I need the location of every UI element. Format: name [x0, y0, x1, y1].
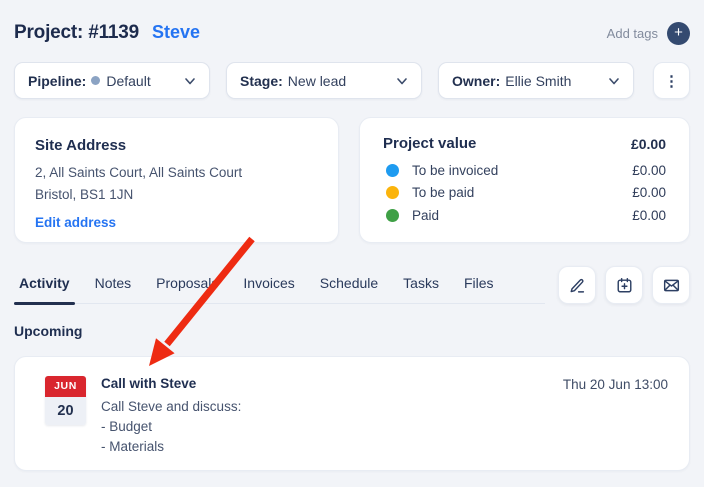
add-note-button[interactable]: [558, 266, 596, 304]
upcoming-heading: Upcoming: [14, 323, 690, 339]
chevron-down-icon: [183, 74, 197, 88]
pipeline-select[interactable]: Pipeline: Default: [14, 62, 210, 99]
event-description-line: - Budget: [101, 417, 241, 437]
event-body: Call with Steve Call Steve and discuss: …: [101, 376, 241, 457]
site-address-card: Site Address 2, All Saints Court, All Sa…: [14, 117, 339, 243]
tab-bar: Activity Notes Proposals Invoices Schedu…: [14, 266, 545, 304]
add-tags-label: Add tags: [607, 26, 658, 41]
event-datetime: Thu 20 Jun 13:00: [563, 377, 668, 392]
tab-files[interactable]: Files: [459, 266, 499, 303]
tabs-row: Activity Notes Proposals Invoices Schedu…: [14, 266, 690, 304]
tab-schedule[interactable]: Schedule: [315, 266, 383, 303]
event-day: 20: [45, 397, 86, 425]
event-title: Call with Steve: [101, 376, 241, 391]
value-row-to-be-paid: To be paid £0.00: [383, 182, 666, 205]
value-row-amount: £0.00: [632, 163, 666, 178]
stage-label: Stage:: [240, 73, 283, 89]
edit-address-link[interactable]: Edit address: [35, 215, 116, 230]
tab-activity[interactable]: Activity: [14, 266, 75, 303]
tab-tasks[interactable]: Tasks: [398, 266, 444, 303]
tab-invoices[interactable]: Invoices: [238, 266, 299, 303]
value-row-label: To be invoiced: [412, 163, 498, 178]
value-row-label: Paid: [412, 208, 439, 223]
page-title: Project: #1139: [14, 22, 139, 44]
event-description-line: - Materials: [101, 437, 241, 457]
chevron-down-icon: [395, 74, 409, 88]
envelope-icon: [662, 276, 681, 295]
pipeline-color-dot: [91, 76, 100, 85]
project-value-title: Project value: [383, 135, 476, 152]
value-row-paid: Paid £0.00: [383, 204, 666, 227]
title-wrap: Project: #1139 Steve: [14, 22, 200, 44]
header: Project: #1139 Steve Add tags +: [14, 21, 690, 45]
event-card[interactable]: JUN 20 Call with Steve Call Steve and di…: [14, 356, 690, 471]
value-row-amount: £0.00: [632, 208, 666, 223]
value-row-label: To be paid: [412, 185, 474, 200]
value-row-amount: £0.00: [632, 185, 666, 200]
chevron-down-icon: [607, 74, 621, 88]
activity-actions: [558, 266, 690, 304]
pen-icon: [568, 276, 587, 295]
more-options-button[interactable]: ⋮: [653, 62, 690, 99]
event-month: JUN: [45, 376, 86, 397]
add-tags: Add tags +: [607, 22, 690, 45]
tab-notes[interactable]: Notes: [90, 266, 137, 303]
invoiced-color-dot: [386, 164, 399, 177]
send-email-button[interactable]: [652, 266, 690, 304]
info-cards: Site Address 2, All Saints Court, All Sa…: [14, 117, 690, 243]
stage-select[interactable]: Stage: New lead: [226, 62, 422, 99]
owner-select[interactable]: Owner: Ellie Smith: [438, 62, 634, 99]
contact-link[interactable]: Steve: [152, 22, 200, 43]
owner-label: Owner:: [452, 73, 500, 89]
project-value-header: Project value £0.00: [383, 135, 666, 152]
plus-icon: +: [674, 22, 683, 43]
event-date-badge: JUN 20: [45, 376, 86, 425]
filter-bar: Pipeline: Default Stage: New lead Owner:…: [14, 62, 690, 99]
stage-value: New lead: [288, 73, 346, 89]
to-be-paid-color-dot: [386, 186, 399, 199]
event-description-line: Call Steve and discuss:: [101, 397, 241, 417]
paid-color-dot: [386, 209, 399, 222]
pipeline-label: Pipeline:: [28, 73, 86, 89]
add-event-button[interactable]: [605, 266, 643, 304]
address-line-1: 2, All Saints Court, All Saints Court: [35, 162, 318, 184]
owner-value: Ellie Smith: [505, 73, 571, 89]
project-value-card: Project value £0.00 To be invoiced £0.00…: [359, 117, 690, 243]
calendar-plus-icon: [615, 276, 634, 295]
site-address-title: Site Address: [35, 137, 318, 154]
value-row-to-be-invoiced: To be invoiced £0.00: [383, 159, 666, 182]
add-tags-button[interactable]: +: [667, 22, 690, 45]
tab-proposals[interactable]: Proposals: [151, 266, 223, 303]
project-page: Project: #1139 Steve Add tags + Pipeline…: [0, 0, 704, 471]
pipeline-value: Default: [106, 73, 150, 89]
kebab-icon: ⋮: [664, 72, 679, 90]
project-value-total: £0.00: [631, 136, 666, 152]
address-line-2: Bristol, BS1 1JN: [35, 184, 318, 206]
